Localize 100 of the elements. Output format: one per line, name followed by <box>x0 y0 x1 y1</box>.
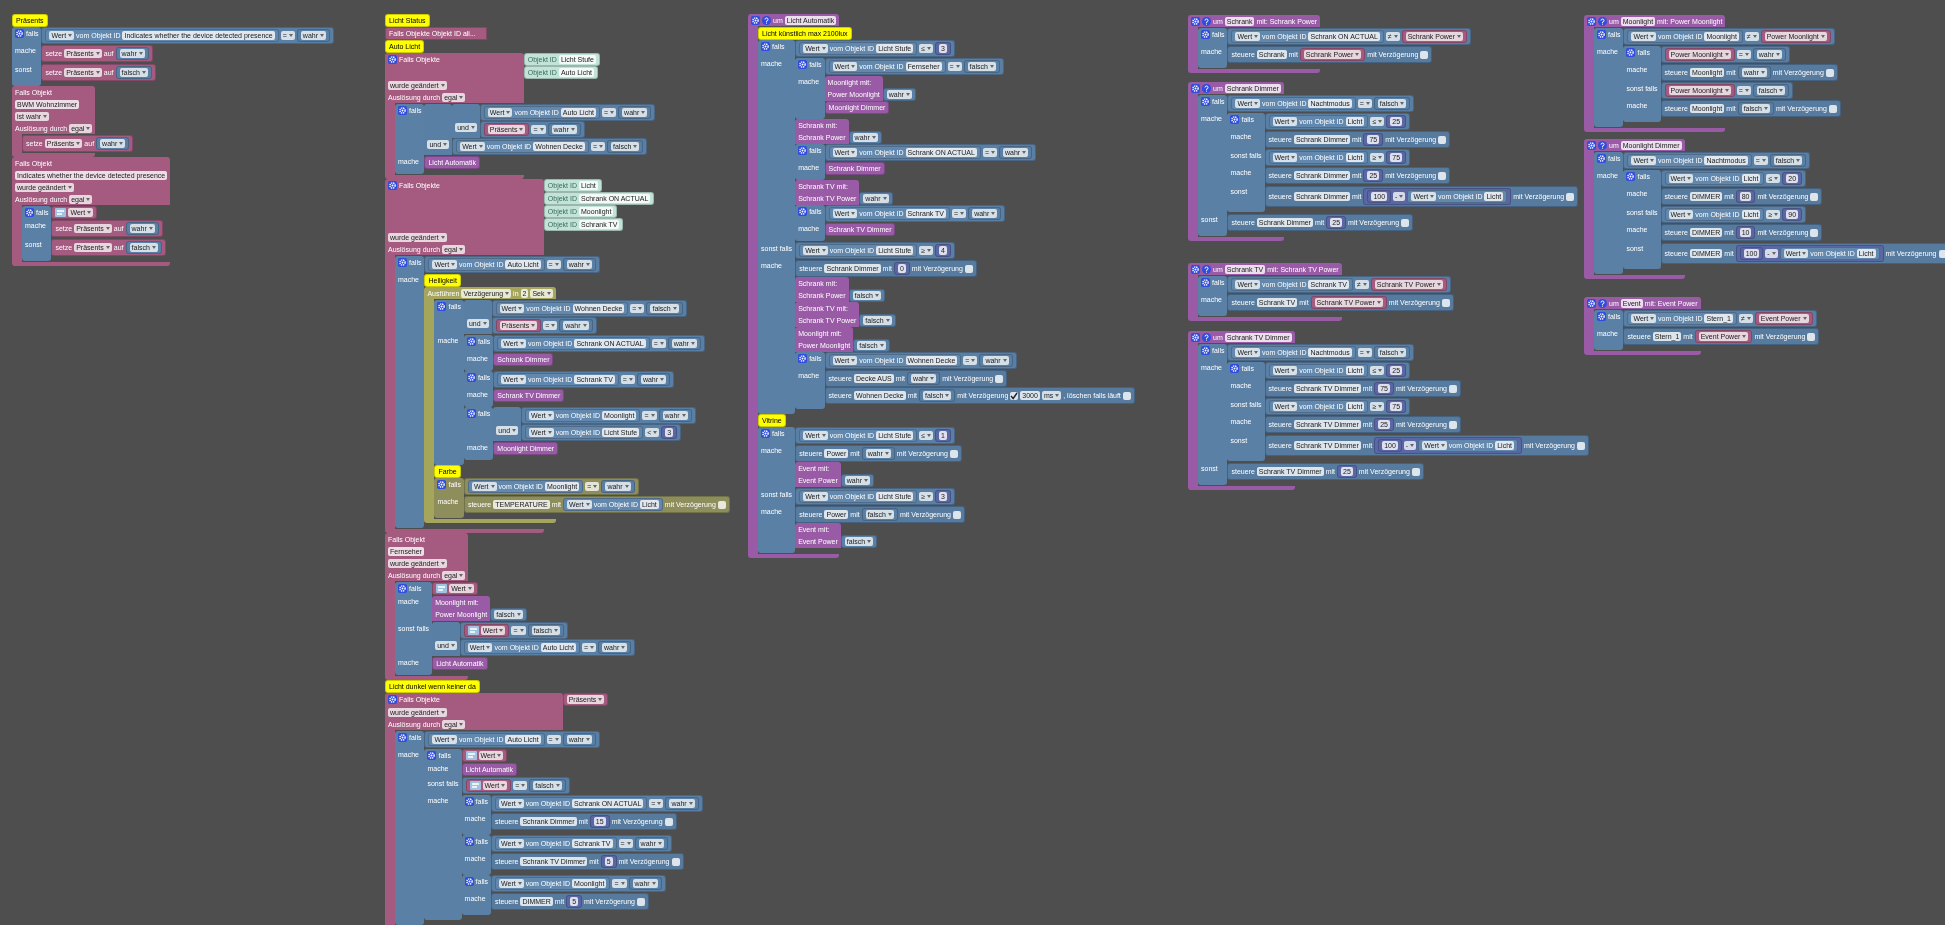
caret-icon <box>459 95 464 99</box>
caret-icon <box>927 434 932 437</box>
caret-icon <box>1763 107 1768 110</box>
checkbox[interactable] <box>949 449 958 458</box>
gear-icon <box>388 54 397 64</box>
checkbox[interactable] <box>1577 441 1585 450</box>
checkbox[interactable] <box>664 817 673 826</box>
gear-icon <box>751 15 760 25</box>
caret-icon <box>141 71 146 74</box>
checkbox[interactable] <box>1438 171 1447 180</box>
gear-icon <box>1201 29 1210 39</box>
caret-icon <box>506 111 511 114</box>
caret-icon <box>1724 89 1729 92</box>
gear-icon <box>398 583 407 593</box>
gear-icon <box>1597 29 1606 39</box>
caret-icon <box>651 882 656 885</box>
caret-icon <box>1378 369 1383 372</box>
caret-icon <box>95 52 100 55</box>
card-icon <box>467 626 479 635</box>
checkbox[interactable] <box>671 857 680 866</box>
caret-icon <box>1291 120 1296 123</box>
caret-icon <box>86 197 91 201</box>
caret-icon <box>1744 53 1749 56</box>
caret-icon <box>87 211 92 214</box>
caret-icon <box>547 414 552 417</box>
caret-icon <box>989 65 994 68</box>
checkbox[interactable] <box>1810 192 1819 201</box>
caret-icon <box>539 128 544 131</box>
caret-icon <box>598 698 603 701</box>
caret-icon <box>626 842 631 845</box>
checkbox[interactable] <box>1441 298 1450 307</box>
caret-icon <box>467 587 472 590</box>
caret-icon <box>821 434 826 437</box>
caret-icon <box>1774 213 1779 216</box>
checkbox[interactable] <box>952 510 961 519</box>
checkbox[interactable] <box>1448 384 1457 393</box>
checkbox[interactable] <box>1448 420 1457 429</box>
caret-icon <box>1410 444 1415 447</box>
caret-icon <box>451 263 456 266</box>
caret-icon <box>516 613 521 616</box>
gear-icon <box>1597 311 1606 321</box>
caret-icon <box>459 247 464 251</box>
caret-icon <box>867 540 872 543</box>
caret-icon <box>520 378 524 381</box>
caret-icon <box>593 485 598 488</box>
card-icon <box>436 584 448 593</box>
caret-icon <box>288 34 293 37</box>
caret-icon <box>554 738 559 741</box>
caret-icon <box>955 65 960 68</box>
checkbox[interactable] <box>1828 104 1837 113</box>
checkbox[interactable] <box>1010 391 1019 400</box>
checkbox[interactable] <box>1122 391 1131 400</box>
caret-icon <box>1687 213 1692 216</box>
gear-icon <box>466 336 476 346</box>
checkbox[interactable] <box>1401 218 1410 227</box>
caret-icon <box>553 629 558 632</box>
caret-icon <box>459 722 464 726</box>
caret-icon <box>1457 35 1462 38</box>
gear-icon <box>466 408 476 418</box>
caret-icon <box>641 111 646 114</box>
caret-icon <box>585 503 590 506</box>
checkbox[interactable] <box>1825 68 1834 77</box>
caret-icon <box>490 485 495 488</box>
gear-icon <box>1201 96 1210 106</box>
checkbox[interactable] <box>637 897 645 906</box>
checkbox[interactable] <box>995 374 1004 383</box>
caret-icon <box>148 227 153 230</box>
caret-icon <box>76 142 81 145</box>
caret-icon <box>864 479 868 482</box>
checkbox[interactable] <box>1411 467 1420 476</box>
caret-icon <box>884 452 889 455</box>
gear-icon <box>1597 153 1606 163</box>
checkbox[interactable] <box>1438 135 1447 144</box>
caret-icon <box>1779 89 1784 92</box>
caret-icon <box>517 842 522 845</box>
caret-icon <box>1430 195 1435 198</box>
caret-icon <box>67 185 72 189</box>
caret-icon <box>501 784 506 787</box>
caret-icon <box>1440 444 1445 447</box>
caret-icon <box>517 802 522 805</box>
caret-icon <box>1393 35 1398 38</box>
caret-icon <box>478 145 483 148</box>
caret-icon <box>871 136 876 139</box>
checkbox[interactable] <box>1807 332 1816 341</box>
caret-icon <box>1022 151 1027 154</box>
checkbox[interactable] <box>1810 228 1819 237</box>
gear-icon <box>427 750 437 760</box>
checkbox[interactable] <box>1938 249 1945 258</box>
gear-icon <box>1191 83 1200 93</box>
caret-icon <box>885 319 890 322</box>
gear-icon <box>798 145 808 155</box>
checkbox[interactable] <box>964 264 973 273</box>
caret-icon <box>519 128 524 131</box>
caret-icon <box>546 291 551 295</box>
caret-icon <box>624 485 629 488</box>
caret-icon <box>660 378 665 381</box>
checkbox[interactable] <box>1566 192 1575 201</box>
caret-icon <box>585 263 590 266</box>
gear-icon <box>1191 264 1200 274</box>
checkbox[interactable] <box>1420 50 1429 59</box>
